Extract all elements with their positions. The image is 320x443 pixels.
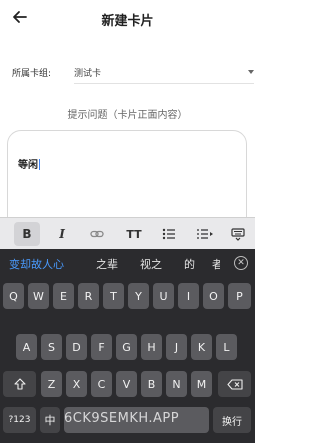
deck-label: 所属卡组: (12, 69, 52, 79)
format-toolbar: B I TT (0, 217, 255, 249)
candidate-item[interactable]: 视之 (140, 256, 162, 272)
key-a[interactable]: A (16, 334, 37, 360)
hide-keyboard-button[interactable] (227, 222, 249, 246)
key-e[interactable]: E (53, 283, 74, 309)
key-i[interactable]: I (178, 283, 199, 309)
key-r[interactable]: R (78, 283, 99, 309)
key-g[interactable]: G (116, 334, 137, 360)
candidate-item[interactable]: 之辈 (96, 256, 118, 272)
candidate-item[interactable]: 者 (212, 256, 220, 272)
candidate-item[interactable]: 变却故人心 (9, 256, 64, 272)
numbers-key[interactable]: ?123 (3, 407, 36, 433)
caret-down-icon (248, 70, 254, 74)
key-v[interactable]: V (116, 371, 137, 397)
key-c[interactable]: C (91, 371, 112, 397)
shift-key[interactable] (3, 371, 36, 397)
numbered-list-button[interactable] (192, 222, 218, 246)
key-j[interactable]: J (166, 334, 187, 360)
key-b[interactable]: B (141, 371, 162, 397)
key-u[interactable]: U (153, 283, 174, 309)
deck-select-underline (74, 83, 254, 84)
candidate-item[interactable]: 的 (184, 256, 195, 272)
editor-content: 等闲 (18, 156, 40, 171)
keyboard-hide-icon (231, 227, 245, 241)
link-button[interactable] (86, 222, 108, 246)
numbered-list-icon (197, 229, 213, 239)
link-icon (90, 230, 104, 238)
watermark: 6CK9SEMKH.APP (64, 411, 180, 426)
key-l[interactable]: L (216, 334, 237, 360)
key-n[interactable]: N (166, 371, 187, 397)
backspace-icon (226, 378, 243, 390)
key-x[interactable]: X (66, 371, 87, 397)
key-s[interactable]: S (41, 334, 62, 360)
deck-select[interactable]: 测试卡 (74, 64, 254, 84)
language-key[interactable]: 中 (40, 407, 60, 433)
bullet-list-button[interactable] (158, 222, 180, 246)
key-h[interactable]: H (141, 334, 162, 360)
key-d[interactable]: D (66, 334, 87, 360)
candidate-bar: 变却故人心 之辈 视之 的 者 ✕ (0, 249, 255, 279)
bullet-list-icon (162, 228, 175, 240)
deck-row: 所属卡组: 测试卡 (12, 64, 254, 84)
app-header: 新建卡片 (0, 0, 255, 36)
backspace-key[interactable] (218, 371, 251, 397)
key-p[interactable]: P (228, 283, 251, 309)
close-candidates-icon[interactable]: ✕ (234, 256, 248, 270)
key-y[interactable]: Y (128, 283, 149, 309)
key-q[interactable]: Q (3, 283, 24, 309)
deck-select-value: 测试卡 (74, 69, 102, 79)
key-w[interactable]: W (28, 283, 49, 309)
front-content-hint: 提示问题（卡片正面内容） (67, 110, 188, 121)
text-cursor (39, 159, 40, 170)
bold-button[interactable]: B (14, 222, 40, 246)
italic-button[interactable]: I (51, 222, 73, 246)
page-title: 新建卡片 (101, 14, 154, 29)
shift-icon (13, 378, 26, 390)
text-size-button[interactable]: TT (122, 222, 146, 246)
key-k[interactable]: K (191, 334, 212, 360)
key-t[interactable]: T (103, 283, 124, 309)
key-f[interactable]: F (91, 334, 112, 360)
key-z[interactable]: Z (41, 371, 62, 397)
key-m[interactable]: M (191, 371, 212, 397)
enter-key[interactable]: 换行 (213, 407, 251, 433)
key-o[interactable]: O (203, 283, 224, 309)
editor-text: 等闲 (18, 160, 38, 171)
